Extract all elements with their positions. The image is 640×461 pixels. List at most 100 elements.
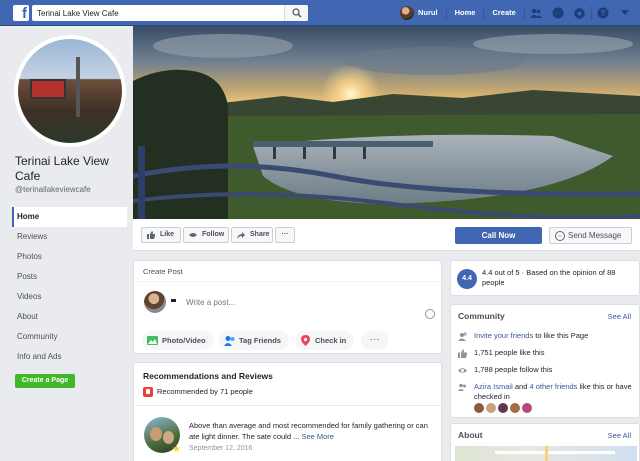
reviews-title[interactable]: Recommendations and Reviews	[143, 371, 273, 381]
user-name-link[interactable]: Nurul	[418, 0, 446, 26]
map-road	[495, 451, 615, 454]
user-avatar[interactable]	[400, 6, 414, 20]
top-nav: Nurul Home Create ?	[400, 0, 636, 26]
messenger-icon	[555, 231, 565, 241]
send-message-button[interactable]: Send Message	[549, 227, 632, 244]
divider	[134, 281, 441, 282]
likes-row: 1,751 people like this	[458, 348, 638, 358]
sidebar-item-posts[interactable]: Posts	[12, 267, 127, 287]
friend-avatar[interactable]	[474, 403, 484, 413]
invite-friends-link[interactable]: Invite your friends	[474, 331, 533, 340]
follow-icon	[458, 368, 467, 373]
friend-avatar[interactable]	[486, 403, 496, 413]
search-button[interactable]	[284, 5, 308, 21]
rating-card: 4.4 4.4 out of 5 · Based on the opinion …	[450, 260, 640, 296]
likes-count[interactable]: 1,751 people like this	[474, 348, 544, 357]
tag-friends-label: Tag Friends	[239, 336, 281, 345]
follows-count[interactable]: 1,788 people follow this	[474, 365, 552, 374]
thumbs-up-icon	[147, 231, 155, 239]
friend-requests-icon[interactable]	[525, 0, 547, 26]
recommend-icon	[143, 387, 153, 397]
friends-icon	[458, 383, 466, 391]
messenger-icon[interactable]	[547, 0, 569, 26]
photo-video-button[interactable]: Photo/Video	[142, 331, 214, 350]
more-post-options-button[interactable]: ···	[361, 331, 388, 350]
follow-label: Follow	[202, 231, 225, 238]
post-as-dropdown[interactable]	[171, 299, 176, 302]
divider	[134, 405, 441, 406]
community-card: Community See All Invite your friends to…	[450, 304, 640, 418]
friend-avatar[interactable]	[522, 403, 532, 413]
page-action-bar: Like Follow Share ··· Call Now Send Mess…	[133, 219, 640, 251]
recommended-summary: Recommended by 71 people	[143, 387, 253, 397]
sidebar-item-videos[interactable]: Videos	[12, 287, 127, 307]
about-title[interactable]: About	[458, 430, 483, 440]
friend-avatar[interactable]	[498, 403, 508, 413]
page-title[interactable]: Terinai Lake View Cafe	[15, 154, 130, 184]
reviewer-avatar-face	[163, 431, 174, 444]
sidebar-item-home[interactable]: Home	[12, 207, 127, 227]
poster-avatar[interactable]	[144, 291, 166, 313]
check-in-button[interactable]: Check in	[295, 331, 355, 350]
about-card: About See All	[450, 423, 640, 461]
review-date[interactable]: September 12, 2016	[189, 445, 252, 452]
more-actions-button[interactable]: ···	[275, 227, 295, 243]
reviews-card: Recommendations and Reviews Recommended …	[133, 362, 442, 461]
profile-photo	[18, 39, 122, 143]
home-link[interactable]: Home	[447, 0, 484, 26]
check-in-label: Check in	[315, 336, 347, 345]
account-menu-icon[interactable]	[614, 0, 636, 26]
friends-row: Azira Ismail and 4 other friends like th…	[458, 382, 638, 402]
left-sidebar: Terinai Lake View Cafe @terinailakeviewc…	[0, 26, 133, 461]
profile-picture[interactable]	[14, 35, 126, 147]
friend-avatar[interactable]	[510, 403, 520, 413]
follow-icon	[189, 233, 197, 237]
share-button[interactable]: Share	[231, 227, 273, 243]
emoji-icon[interactable]	[425, 309, 435, 319]
community-title[interactable]: Community	[458, 311, 505, 321]
other-friends-link[interactable]: 4 other friends	[529, 382, 577, 391]
sidebar-item-reviews[interactable]: Reviews	[12, 227, 127, 247]
photo-icon	[147, 336, 158, 345]
create-page-button[interactable]: Create a Page	[15, 374, 75, 388]
search-box[interactable]	[32, 5, 308, 21]
map-road	[545, 446, 548, 461]
invite-friends-text: to like this Page	[535, 331, 589, 340]
notifications-icon[interactable]	[569, 0, 591, 26]
follow-button[interactable]: Follow	[183, 227, 229, 243]
star-icon: ★	[172, 444, 181, 455]
help-icon[interactable]: ?	[592, 0, 614, 26]
sidebar-item-about[interactable]: About	[12, 307, 127, 327]
thumbs-up-icon	[458, 349, 467, 358]
rating-text[interactable]: 4.4 out of 5 · Based on the opinion of 8…	[482, 268, 632, 288]
location-map[interactable]	[455, 446, 637, 461]
page-nav: Home Reviews Photos Posts Videos About C…	[12, 207, 127, 367]
cover-photo[interactable]	[133, 26, 640, 219]
tag-friends-button[interactable]: Tag Friends	[219, 331, 289, 350]
sidebar-item-info-and-ads[interactable]: Info and Ads	[12, 347, 127, 367]
community-see-all-link[interactable]: See All	[608, 312, 631, 321]
invite-icon	[458, 332, 467, 341]
write-post-input[interactable]	[186, 296, 426, 308]
create-link[interactable]: Create	[484, 0, 523, 26]
location-pin-icon	[301, 335, 310, 346]
facebook-logo[interactable]: f	[13, 5, 29, 21]
top-bar: f Nurul Home Create ?	[0, 0, 640, 26]
search-input[interactable]	[32, 5, 282, 21]
share-icon	[237, 232, 245, 239]
see-more-link[interactable]: See More	[301, 432, 334, 441]
sidebar-item-photos[interactable]: Photos	[12, 247, 127, 267]
call-now-button[interactable]: Call Now	[455, 227, 542, 244]
tag-friends-icon	[224, 336, 235, 346]
reviewer-avatar-face	[150, 427, 162, 441]
friends-faces	[474, 403, 534, 413]
recommended-text: Recommended by 71 people	[157, 387, 253, 396]
sidebar-item-community[interactable]: Community	[12, 327, 127, 347]
page-handle[interactable]: @terinailakeviewcafe	[15, 185, 91, 194]
like-button[interactable]: Like	[141, 227, 181, 243]
create-post-card: Create Post Photo/Video Tag Friends Chec…	[133, 260, 442, 354]
about-see-all-link[interactable]: See All	[608, 431, 631, 440]
profile-photo-sign	[30, 79, 66, 99]
profile-photo-post	[76, 57, 80, 117]
friend-name-link[interactable]: Azira Ismail	[474, 382, 513, 391]
